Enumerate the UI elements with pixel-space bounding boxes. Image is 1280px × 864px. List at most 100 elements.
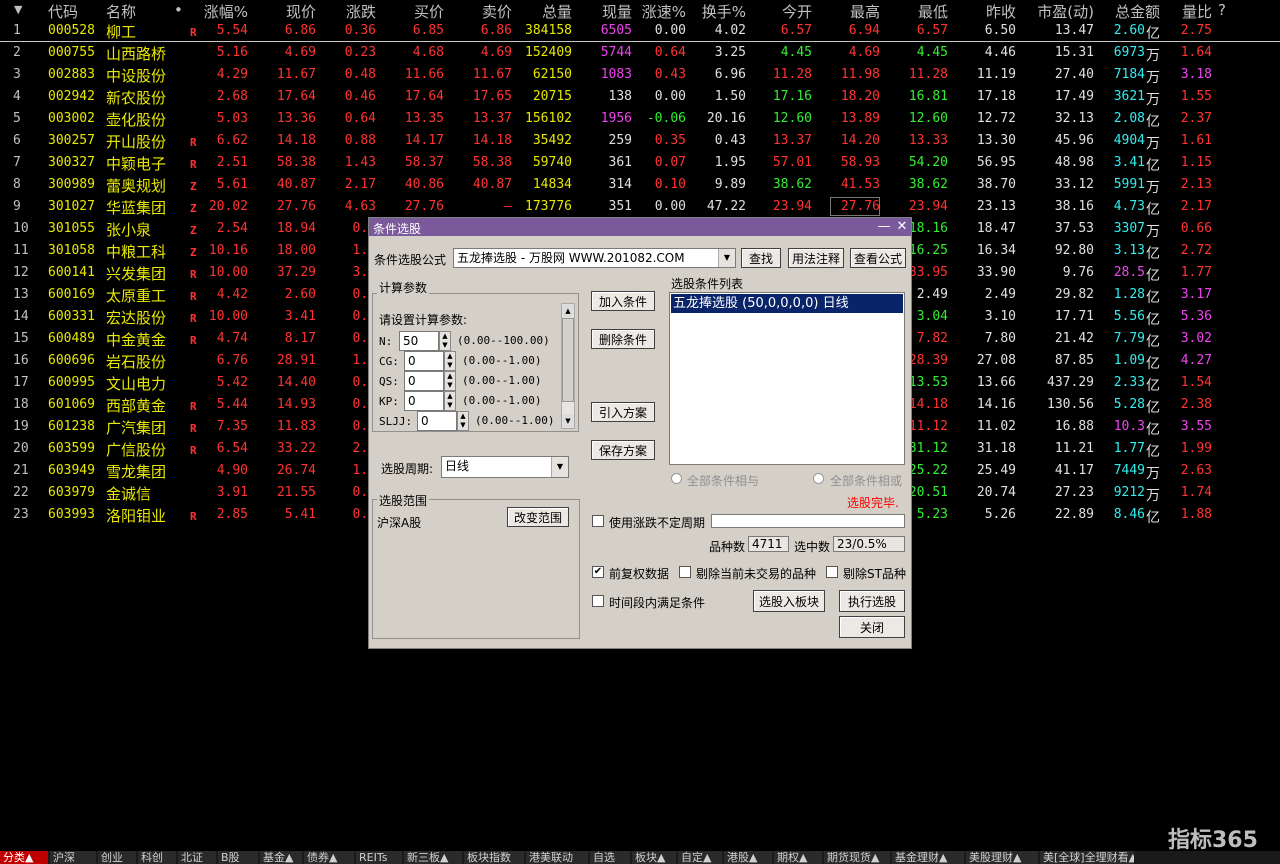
header-change[interactable]: 涨跌 [346, 1, 376, 22]
import-plan-button[interactable]: 引入方案 [591, 402, 655, 422]
tab-4[interactable]: 北证 [178, 851, 216, 864]
table-row[interactable]: 8 300989 蕾奥规划 Z 5.61 40.87 2.17 40.86 40.87 14834… [0, 174, 1280, 196]
header-volume[interactable]: 总量 [542, 1, 572, 22]
change-range-button[interactable]: 改变范围 [507, 507, 569, 527]
header-name[interactable]: 名称 [106, 1, 136, 22]
tab-18[interactable]: 基金理财▲ [892, 851, 964, 864]
radio-or[interactable] [813, 473, 824, 484]
table-row[interactable]: 6 300257 开山股份 R 6.62 14.18 0.88 14.17 14.18 35492… [0, 130, 1280, 152]
table-row[interactable]: 2 000755 山西路桥 5.16 4.69 0.23 4.68 4.69 152409 574… [0, 42, 1280, 64]
tab-15[interactable]: 港股▲ [724, 851, 772, 864]
formula-select[interactable]: 五龙捧选股 - 万股网 WWW.201082.COM ▼ [453, 248, 736, 268]
param-input[interactable]: 50 [399, 331, 439, 351]
header-price[interactable]: 现价 [286, 1, 316, 22]
use-period-checkbox[interactable] [592, 515, 604, 527]
header-prev-close[interactable]: 昨收 [986, 1, 1016, 22]
chevron-down-icon[interactable]: ▼ [718, 249, 735, 267]
header-speed[interactable]: 涨速% [642, 1, 686, 22]
table-row[interactable]: 9 301027 华蓝集团 Z 20.02 27.76 4.63 27.76 — 173776 35… [0, 196, 1280, 218]
param-input[interactable]: 0 [417, 411, 457, 431]
condition-list-item[interactable]: 五龙捧选股 (50,0,0,0,0) 日线 [671, 294, 903, 313]
find-button[interactable]: 查找 [741, 248, 781, 268]
param-input[interactable]: 0 [404, 391, 444, 411]
close-icon[interactable]: ✕ [894, 219, 910, 235]
dialog-titlebar[interactable]: 条件选股 — ✕ [369, 218, 911, 236]
tab-11[interactable]: 港美联动 [526, 851, 588, 864]
tab-14[interactable]: 自定▲ [678, 851, 722, 864]
period-select[interactable]: 日线 ▼ [441, 456, 569, 478]
scroll-thumb[interactable] [562, 318, 574, 402]
tab-20[interactable]: 美[全球]全理财看▲ [1040, 851, 1134, 864]
tab-8[interactable]: REITs [356, 851, 402, 864]
table-row[interactable]: 3 002883 中设股份 4.29 11.67 0.48 11.66 11.67 62150 1… [0, 64, 1280, 86]
period-input[interactable] [711, 514, 905, 528]
spin-icon[interactable]: ▲ ▼ [444, 391, 456, 411]
cell-zs2: 3.10 [984, 309, 1016, 324]
minimize-icon[interactable]: — [876, 219, 892, 235]
to-block-button[interactable]: 选股入板块 [753, 590, 825, 612]
spin-icon[interactable]: ▲ ▼ [457, 411, 469, 431]
tab-5[interactable]: B股 [218, 851, 258, 864]
sort-arrow-icon[interactable]: ▼ [14, 3, 22, 16]
save-plan-button[interactable]: 保存方案 [591, 440, 655, 460]
radio-and[interactable] [671, 473, 682, 484]
header-amount[interactable]: 总金额 [1115, 1, 1160, 22]
header-bid[interactable]: 买价 [414, 1, 444, 22]
header-open[interactable]: 今开 [782, 1, 812, 22]
spin-icon[interactable]: ▲ ▼ [444, 351, 456, 371]
cell-mj: 11.66 [404, 67, 444, 82]
tab-12[interactable]: 自选 [590, 851, 630, 864]
stock-code: 603949 [48, 463, 95, 478]
tab-10[interactable]: 板块指数 [464, 851, 524, 864]
exclude-st-checkbox[interactable] [826, 566, 838, 578]
tab-6[interactable]: 基金▲ [260, 851, 302, 864]
header-ask[interactable]: 卖价 [482, 1, 512, 22]
add-condition-button[interactable]: 加入条件 [591, 291, 655, 311]
condition-list[interactable]: 五龙捧选股 (50,0,0,0,0) 日线 [669, 292, 905, 465]
cell-zs: 0.00 [654, 199, 686, 214]
header-last-vol[interactable]: 现量 [602, 1, 632, 22]
close-button[interactable]: 关闭 [839, 616, 905, 638]
chevron-down-icon[interactable]: ▼ [551, 457, 568, 477]
table-row[interactable]: 5 003002 壶化股份 5.03 13.36 0.64 13.35 13.37 156102… [0, 108, 1280, 130]
view-formula-button[interactable]: 查看公式 [850, 248, 906, 268]
tab-19[interactable]: 美股理财▲ [966, 851, 1038, 864]
fq-checkbox[interactable]: ✔ [592, 566, 604, 578]
param-input[interactable]: 0 [404, 351, 444, 371]
tab-1[interactable]: 沪深 [50, 851, 96, 864]
exclude-untraded-checkbox[interactable] [679, 566, 691, 578]
usage-notes-button[interactable]: 用法注释 [788, 248, 844, 268]
tab-7[interactable]: 债券▲ [304, 851, 354, 864]
tab-16[interactable]: 期权▲ [774, 851, 822, 864]
tab-3[interactable]: 科创 [138, 851, 176, 864]
tab-13[interactable]: 板块▲ [632, 851, 676, 864]
header-change-pct[interactable]: 涨幅% [204, 1, 248, 22]
header-dot[interactable]: • [174, 1, 183, 19]
tab-9[interactable]: 新三板▲ [404, 851, 462, 864]
header-code[interactable]: 代码 [48, 1, 78, 22]
table-row[interactable]: 7 300327 中颖电子 R 2.51 58.38 1.43 58.37 58.38 59740… [0, 152, 1280, 174]
params-scrollbar[interactable]: ▲ ▼ [561, 303, 575, 429]
fq-label: 前复权数据 [609, 567, 670, 581]
cell-zd: 2.17 [344, 177, 376, 192]
execute-button[interactable]: 执行选股 [839, 590, 905, 612]
scroll-down-icon[interactable]: ▼ [562, 414, 574, 428]
tab-2[interactable]: 创业 [98, 851, 136, 864]
header-pe[interactable]: 市盈(动) [1037, 1, 1094, 22]
help-icon[interactable]: ? [1218, 1, 1226, 19]
scroll-up-icon[interactable]: ▲ [562, 304, 574, 318]
time-range-checkbox[interactable] [592, 595, 604, 607]
spin-icon[interactable]: ▲ ▼ [439, 331, 451, 351]
row-number: 9 [13, 199, 21, 214]
table-row[interactable]: 4 002942 新农股份 2.68 17.64 0.46 17.64 17.65 20715 1… [0, 86, 1280, 108]
header-high[interactable]: 最高 [850, 1, 880, 22]
param-input[interactable]: 0 [404, 371, 444, 391]
header-low[interactable]: 最低 [918, 1, 948, 22]
tab-17[interactable]: 期货现货▲ [824, 851, 890, 864]
header-turnover[interactable]: 换手% [702, 1, 746, 22]
spin-icon[interactable]: ▲ ▼ [444, 371, 456, 391]
delete-condition-button[interactable]: 删除条件 [591, 329, 655, 349]
table-row[interactable]: 1 000528 柳工 R 5.54 6.86 0.36 6.85 6.86 384158 6505… [0, 20, 1280, 42]
tab-0[interactable]: 分类▲ [0, 851, 48, 864]
header-vol-ratio[interactable]: 量比 [1182, 1, 1212, 22]
